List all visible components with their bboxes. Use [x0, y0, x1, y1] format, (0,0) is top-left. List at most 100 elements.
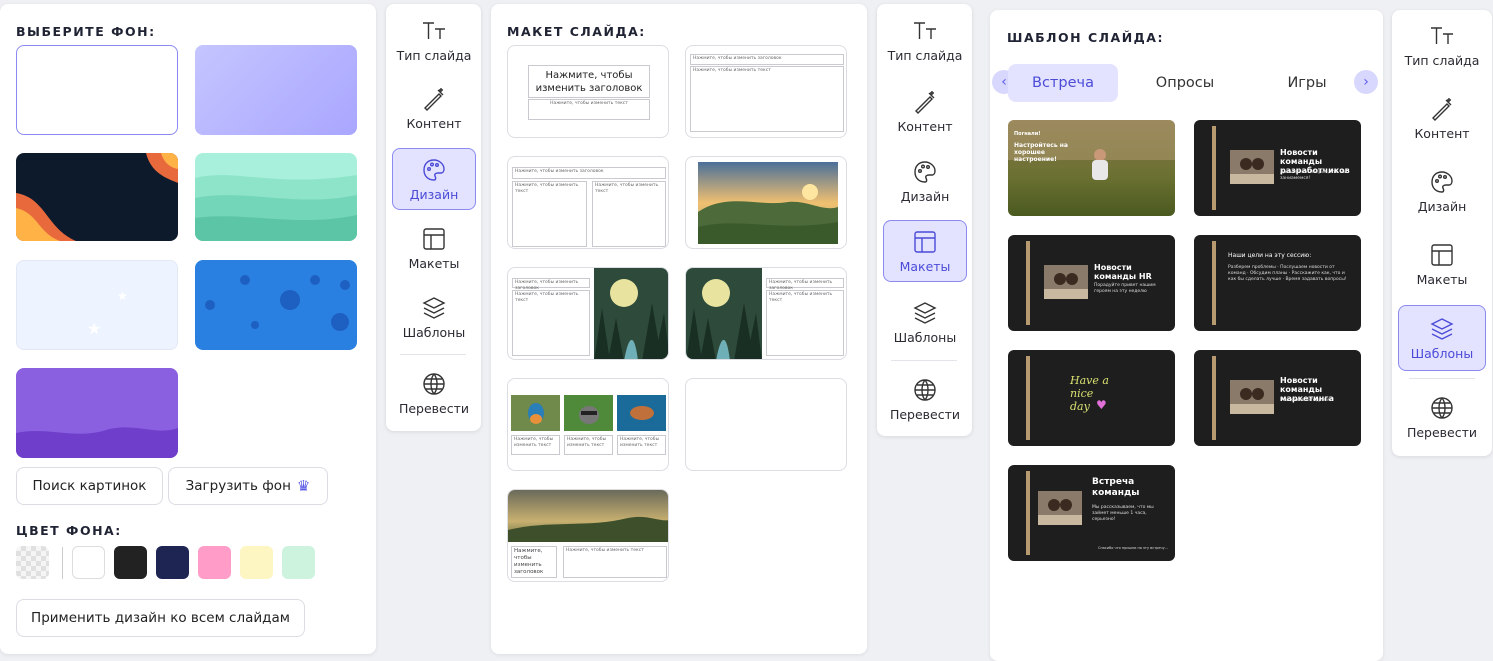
swatch-mint[interactable]: [282, 546, 315, 579]
background-lavender[interactable]: [195, 45, 357, 135]
background-mint-waves[interactable]: [195, 153, 357, 241]
tabs-next-button[interactable]: ›: [1354, 70, 1378, 94]
template-card-nice-day[interactable]: Have a nice day ♥: [1008, 350, 1175, 446]
template-card-dev-news[interactable]: Новости команды разработчиков Давайте по…: [1194, 120, 1361, 216]
tab-meeting[interactable]: Встреча: [1008, 64, 1118, 102]
landscape-image: [698, 162, 838, 244]
dark-waves-art: [16, 153, 178, 241]
layout-image-left-text[interactable]: Нажмите, чтобы изменить заголовок Нажмит…: [685, 267, 847, 360]
sidebar-item-slide-type[interactable]: Тип слайда: [1400, 14, 1484, 76]
template-card-team-meeting[interactable]: Встреча команды Мы рассказываем, что мы …: [1008, 465, 1175, 561]
pencil-decoration: [1212, 126, 1216, 210]
swatch-pink[interactable]: [198, 546, 231, 579]
background-light-stars[interactable]: ★ ★: [16, 260, 178, 350]
sidebar-item-layouts[interactable]: Макеты: [392, 217, 476, 279]
star-icon: ★: [87, 319, 102, 338]
pencil-decoration: [1026, 356, 1030, 440]
purple-waves-art: [16, 427, 178, 458]
blue-dots-art: [205, 275, 350, 331]
tab-label: Встреча: [1032, 75, 1094, 91]
bird-image: [511, 395, 560, 431]
layout-caption-box: Нажмите, чтобы изменить текст: [564, 435, 613, 455]
layout-full-image[interactable]: [685, 156, 847, 249]
team-photo: [1230, 150, 1274, 184]
text-type-icon: [914, 21, 936, 39]
background-purple-waves[interactable]: [16, 368, 178, 458]
background-white[interactable]: [16, 45, 178, 135]
sidebar-label: Шаблоны: [402, 324, 466, 340]
sidebar-3: Тип слайда Контент Дизайн Макеты Шаблоны…: [1392, 10, 1492, 456]
sidebar-label: Дизайн: [1417, 198, 1467, 214]
sidebar-item-design[interactable]: Дизайн: [1400, 160, 1484, 222]
sidebar-item-slide-type[interactable]: Тип слайда: [392, 9, 476, 71]
raccoon-image: [564, 395, 613, 431]
sidebar-item-content[interactable]: Контент: [883, 80, 967, 142]
background-color-heading: ЦВЕТ ФОНА:: [16, 523, 122, 538]
swatch-cream[interactable]: [240, 546, 273, 579]
apply-design-all-button[interactable]: Применить дизайн ко всем слайдам: [16, 599, 305, 637]
palette-icon: [1431, 170, 1453, 193]
tab-polls[interactable]: Опросы: [1130, 64, 1240, 102]
sidebar-item-translate[interactable]: Перевести: [883, 368, 967, 430]
layouts-panel: МАКЕТ СЛАЙДА: Нажмите, чтобы изменить за…: [491, 4, 867, 654]
template-card-hr-news[interactable]: Новости команды HR Порадуйте привет наши…: [1008, 235, 1175, 331]
sidebar-item-layouts[interactable]: Макеты: [1400, 233, 1484, 295]
layout-two-columns[interactable]: Нажмите, чтобы изменить заголовок Нажмит…: [507, 156, 669, 249]
swatch-divider: [62, 547, 63, 579]
layout-content-text: Нажмите, чтобы изменить текст: [515, 292, 579, 303]
sidebar-item-content[interactable]: Контент: [392, 77, 476, 139]
template-footer: Спасибо что пришли на эту встречу...: [1098, 546, 1169, 550]
template-card-marketing[interactable]: Новости команды маркетинга Рассказывайте…: [1194, 350, 1361, 446]
sidebar-item-layouts[interactable]: Макеты: [883, 220, 967, 282]
team-photo: [1230, 380, 1274, 414]
transparent-swatch[interactable]: [16, 546, 49, 579]
template-title: Настройтесь на хорошее настроение!: [1014, 142, 1068, 163]
swatch-navy[interactable]: [156, 546, 189, 579]
template-card-goals[interactable]: Наши цели на эту сессию: Разберем пробле…: [1194, 235, 1361, 331]
search-images-button[interactable]: Поиск картинок: [16, 467, 163, 505]
background-blue-dots[interactable]: [195, 260, 357, 350]
layout-content-box: Нажмите, чтобы изменить текст: [563, 546, 667, 578]
sidebar-item-templates[interactable]: Шаблоны: [392, 286, 476, 348]
swatch-black[interactable]: [114, 546, 147, 579]
sidebar-item-slide-type[interactable]: Тип слайда: [883, 9, 967, 71]
layout-title-only[interactable]: Нажмите, чтобы изменить заголовок Нажмит…: [507, 45, 669, 138]
team-photo: [1038, 491, 1082, 525]
layout-three-images[interactable]: Нажмите, чтобы изменить текст Нажмите, ч…: [507, 378, 669, 471]
layout-icon: [423, 227, 445, 250]
layout-image-top-text[interactable]: Нажмите, чтобы изменить заголовок Нажмит…: [507, 489, 669, 582]
layout-blank[interactable]: [685, 378, 847, 471]
layout-text-image-right[interactable]: Нажмите, чтобы изменить заголовок Нажмит…: [507, 267, 669, 360]
sidebar-item-design[interactable]: Дизайн: [883, 150, 967, 212]
template-title: Наши цели на эту сессию:: [1228, 252, 1312, 259]
layout-column-right: Нажмите, чтобы изменить текст: [592, 181, 666, 247]
layout-caption-box: Нажмите, чтобы изменить текст: [511, 435, 560, 455]
sidebar-item-templates[interactable]: Шаблоны: [1398, 305, 1486, 371]
pencil-decoration: [1212, 356, 1216, 440]
upload-background-button[interactable]: Загрузить фон ♛: [168, 467, 328, 505]
sidebar-item-translate[interactable]: Перевести: [392, 362, 476, 424]
template-card-mood[interactable]: Погнали! Настройтесь на хорошее настроен…: [1008, 120, 1175, 216]
layout-subtitle-box: Нажмите, чтобы изменить текст: [528, 99, 650, 120]
sidebar-item-translate[interactable]: Перевести: [1400, 386, 1484, 448]
layout-title-content[interactable]: Нажмите, чтобы изменить заголовок Нажмит…: [685, 45, 847, 138]
tab-label: Игры: [1287, 75, 1327, 91]
template-subtitle: Порадуйте привет нашим героям на эту нед…: [1094, 283, 1156, 294]
turtle-image: [617, 395, 666, 431]
globe-icon: [914, 378, 936, 401]
sidebar-item-templates[interactable]: Шаблоны: [883, 291, 967, 353]
layout-title-box: Нажмите, чтобы изменить заголовок: [512, 167, 666, 179]
template-subtitle: Давайте посмотрим, что мы заниамемся!: [1280, 170, 1347, 181]
sidebar-2: Тип слайда Контент Дизайн Макеты Шаблоны…: [877, 4, 972, 436]
swatch-white[interactable]: [72, 546, 105, 579]
tab-games[interactable]: Игры: [1252, 64, 1362, 102]
background-dark-waves[interactable]: [16, 153, 178, 241]
sidebar-item-design[interactable]: Дизайн: [392, 148, 476, 210]
sidebar-label: Макеты: [408, 255, 460, 271]
layout-content-box: Нажмите, чтобы изменить текст: [512, 290, 590, 356]
layout-subtitle-text: Нажмите, чтобы изменить текст: [550, 101, 628, 106]
sidebar-label: Шаблоны: [1410, 345, 1474, 361]
sidebar-item-content[interactable]: Контент: [1400, 87, 1484, 149]
magic-wand-icon: [424, 87, 444, 111]
layout-title-text: Нажмите, чтобы изменить заголовок: [514, 548, 544, 575]
